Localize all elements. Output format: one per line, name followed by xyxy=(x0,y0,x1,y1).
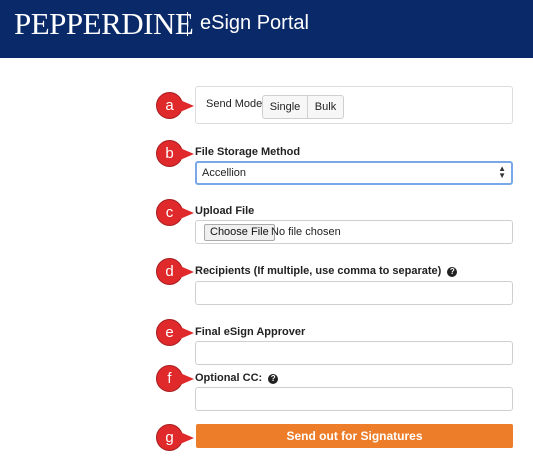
send-mode-single-button[interactable]: Single xyxy=(262,95,308,119)
file-storage-label: File Storage Method xyxy=(195,146,301,158)
file-storage-selected-value: Accellion xyxy=(202,167,247,179)
recipients-label: Recipients (If multiple, use comma to se… xyxy=(195,265,458,277)
upload-file-label: Upload File xyxy=(195,205,255,217)
help-icon[interactable]: ? xyxy=(447,267,458,277)
marker-f: f xyxy=(156,365,194,392)
send-mode-panel: Send Mode: Single Bulk xyxy=(195,86,513,124)
header-bar: PEPPERDINE eSign Portal xyxy=(0,0,533,58)
marker-c: c xyxy=(156,199,194,226)
recipients-input[interactable] xyxy=(195,281,513,305)
marker-d: d xyxy=(156,258,194,285)
recipients-label-text: Recipients (If multiple, use comma to se… xyxy=(195,265,442,277)
file-status-text: No file chosen xyxy=(271,226,341,238)
file-storage-select[interactable]: Accellion ▲ ▼ xyxy=(195,161,513,185)
upload-file-field: Choose File No file chosen xyxy=(195,220,513,244)
approver-input[interactable] xyxy=(195,341,513,365)
help-icon[interactable]: ? xyxy=(268,374,279,384)
optional-cc-label: Optional CC:? xyxy=(195,372,279,384)
marker-e: e xyxy=(156,319,194,346)
marker-b: b xyxy=(156,140,194,167)
pepperdine-logo: PEPPERDINE xyxy=(14,6,194,41)
approver-label: Final eSign Approver xyxy=(195,326,306,338)
select-arrows-icon: ▲ ▼ xyxy=(498,164,506,180)
page-title: eSign Portal xyxy=(200,12,309,34)
optional-cc-label-text: Optional CC: xyxy=(195,372,263,384)
marker-a: a xyxy=(156,92,194,119)
header-divider xyxy=(187,12,188,36)
marker-g: g xyxy=(156,424,194,451)
choose-file-button[interactable]: Choose File xyxy=(204,224,275,241)
send-mode-label: Send Mode: xyxy=(206,98,266,110)
send-mode-bulk-button[interactable]: Bulk xyxy=(307,95,344,119)
optional-cc-input[interactable] xyxy=(195,387,513,411)
send-for-signatures-button[interactable]: Send out for Signatures xyxy=(196,424,513,448)
